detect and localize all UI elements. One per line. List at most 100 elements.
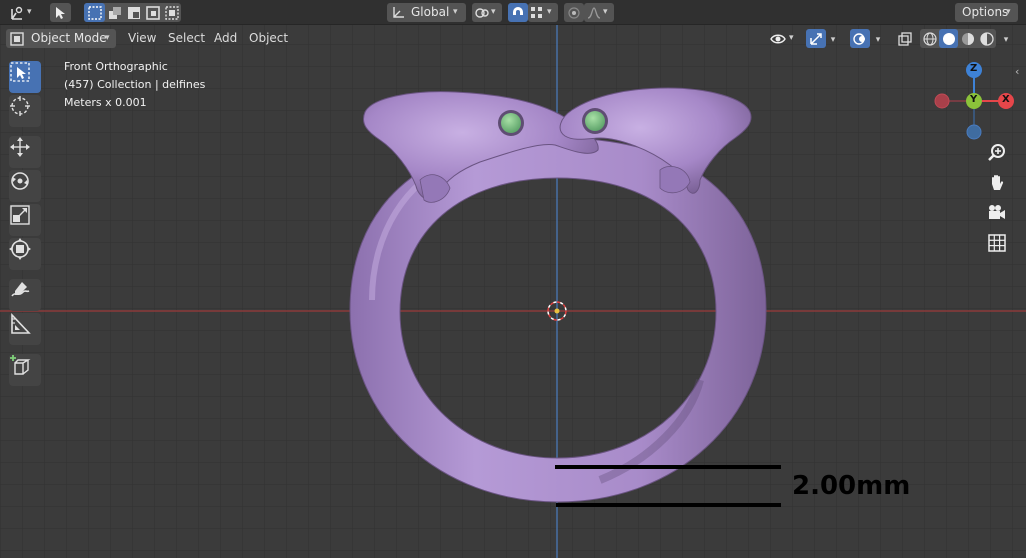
overlays-icon xyxy=(853,33,865,45)
proportional-edit-toggle[interactable] xyxy=(564,3,584,22)
selection-mode-group xyxy=(84,3,181,22)
falloff-curve-icon xyxy=(587,7,601,19)
zoom-button[interactable] xyxy=(987,143,1015,171)
transform-tool[interactable] xyxy=(9,238,41,270)
editor-type-icon xyxy=(11,6,23,20)
xray-icon xyxy=(898,32,912,46)
measure-tool[interactable] xyxy=(9,313,41,345)
gizmo-neg-x-axis[interactable] xyxy=(934,93,950,109)
visibility-dropdown[interactable]: ▾ xyxy=(768,29,800,48)
object-mode-label: Object Mode xyxy=(31,31,107,45)
pivot-point-dropdown[interactable]: ▾ xyxy=(472,3,502,22)
cursor-tool[interactable] xyxy=(9,95,41,127)
rendered-sphere-icon xyxy=(980,32,994,46)
shading-mode-group xyxy=(920,29,996,48)
wireframe-shading-button[interactable] xyxy=(920,29,939,48)
transform-orientation-dropdown[interactable]: Global ▾ xyxy=(387,3,466,22)
magnet-icon xyxy=(513,7,523,15)
viewport-header: Object Mode ▾ View Select Add Object ▾ ▾… xyxy=(0,25,1026,50)
scale-tool[interactable] xyxy=(9,204,41,236)
view-menu[interactable]: View xyxy=(122,29,162,48)
options-dropdown[interactable]: Options ▾ xyxy=(955,3,1018,22)
select-subtract-icon xyxy=(128,7,140,19)
falloff-dropdown[interactable]: ▾ xyxy=(584,3,614,22)
collection-info: (457) Collection | delfines xyxy=(64,78,206,91)
select-new-icon xyxy=(88,6,102,20)
rotate-tool[interactable] xyxy=(9,170,41,202)
select-intersect-button[interactable] xyxy=(162,3,181,22)
solid-shading-button[interactable] xyxy=(939,29,958,48)
camera-view-button[interactable] xyxy=(987,203,1015,231)
ortho-toggle-button[interactable] xyxy=(987,233,1015,261)
editor-type-button[interactable]: ▾ xyxy=(6,3,38,22)
select-mode-button[interactable] xyxy=(50,3,71,22)
options-label: Options xyxy=(962,5,1009,19)
move-tool[interactable] xyxy=(9,136,41,168)
chevron-down-icon: ▾ xyxy=(875,35,881,45)
gizmo-dropdown[interactable]: ▾ xyxy=(826,29,840,48)
chevron-down-icon: ▾ xyxy=(453,7,458,17)
add-cube-tool[interactable] xyxy=(9,354,41,386)
select-difference-button[interactable] xyxy=(143,3,162,22)
select-subtract-button[interactable] xyxy=(124,3,143,22)
object-menu[interactable]: Object xyxy=(243,29,294,48)
select-box-tool[interactable] xyxy=(9,61,41,93)
select-menu[interactable]: Select xyxy=(162,29,211,48)
measurement-label: 2.00mm xyxy=(792,471,911,501)
gizmo-x-label: X xyxy=(1002,94,1010,105)
shading-dropdown[interactable]: ▾ xyxy=(998,29,1014,48)
select-extend-icon xyxy=(109,7,121,19)
object-mode-dropdown[interactable]: Object Mode ▾ xyxy=(6,29,116,48)
chevron-down-icon: ▾ xyxy=(830,35,836,45)
view-name: Front Orthographic xyxy=(64,60,168,73)
select-extend-button[interactable] xyxy=(105,3,124,22)
object-mode-icon xyxy=(10,32,24,46)
gizmo-toggle[interactable] xyxy=(806,29,826,48)
select-box-icon xyxy=(10,62,30,82)
viewport-info-overlay: Front Orthographic (457) Collection | de… xyxy=(64,58,205,112)
chevron-down-icon: ▾ xyxy=(491,7,496,17)
chevron-down-icon: ▾ xyxy=(27,7,32,17)
scale-icon xyxy=(10,205,30,225)
camera-icon xyxy=(989,205,1005,219)
sidebar-toggle-icon[interactable]: ‹ xyxy=(1015,65,1019,78)
overlays-toggle[interactable] xyxy=(850,29,870,48)
3d-viewport[interactable]: Z Y X Front Orthographic (457) Collectio… xyxy=(0,25,1026,558)
chevron-down-icon: ▾ xyxy=(603,7,608,17)
chevron-down-icon: ▾ xyxy=(789,33,794,43)
move-icon xyxy=(10,137,30,157)
chevron-down-icon: ▾ xyxy=(547,7,552,17)
units-info: Meters x 0.001 xyxy=(64,96,147,109)
xray-toggle[interactable] xyxy=(895,29,915,48)
chevron-down-icon: ▾ xyxy=(105,33,110,43)
ortho-grid-icon xyxy=(988,234,1006,252)
snap-target-dropdown[interactable]: ▾ xyxy=(528,3,558,22)
rendered-shading-button[interactable] xyxy=(977,29,996,48)
rotate-icon xyxy=(11,172,29,190)
measure-icon xyxy=(11,313,31,334)
annotate-tool[interactable] xyxy=(9,279,41,311)
snap-toggle[interactable] xyxy=(508,3,528,22)
cursor-icon xyxy=(10,96,30,116)
annotate-icon xyxy=(11,282,30,297)
transform-orientation-label: Global xyxy=(411,5,450,19)
proportional-edit-icon xyxy=(568,7,580,19)
transform-icon xyxy=(9,238,31,260)
cursor-arrow-icon xyxy=(56,7,65,19)
eye-icon xyxy=(770,34,786,44)
solid-sphere-icon xyxy=(943,33,955,45)
gizmo-neg-z-axis[interactable] xyxy=(966,124,982,140)
material-shading-button[interactable] xyxy=(958,29,977,48)
select-new-button[interactable] xyxy=(84,3,105,22)
add-menu[interactable]: Add xyxy=(208,29,243,48)
pivot-icon xyxy=(475,8,489,18)
gizmo-arrows-icon xyxy=(810,33,822,45)
hand-pan-icon xyxy=(992,175,1004,190)
chevron-down-icon: ▾ xyxy=(1003,35,1009,45)
overlays-dropdown[interactable]: ▾ xyxy=(870,29,886,48)
gizmo-z-label: Z xyxy=(970,63,978,74)
chevron-down-icon: ▾ xyxy=(1006,7,1011,17)
material-sphere-icon xyxy=(962,33,974,45)
pan-button[interactable] xyxy=(987,173,1015,201)
select-intersect-icon xyxy=(165,6,179,20)
